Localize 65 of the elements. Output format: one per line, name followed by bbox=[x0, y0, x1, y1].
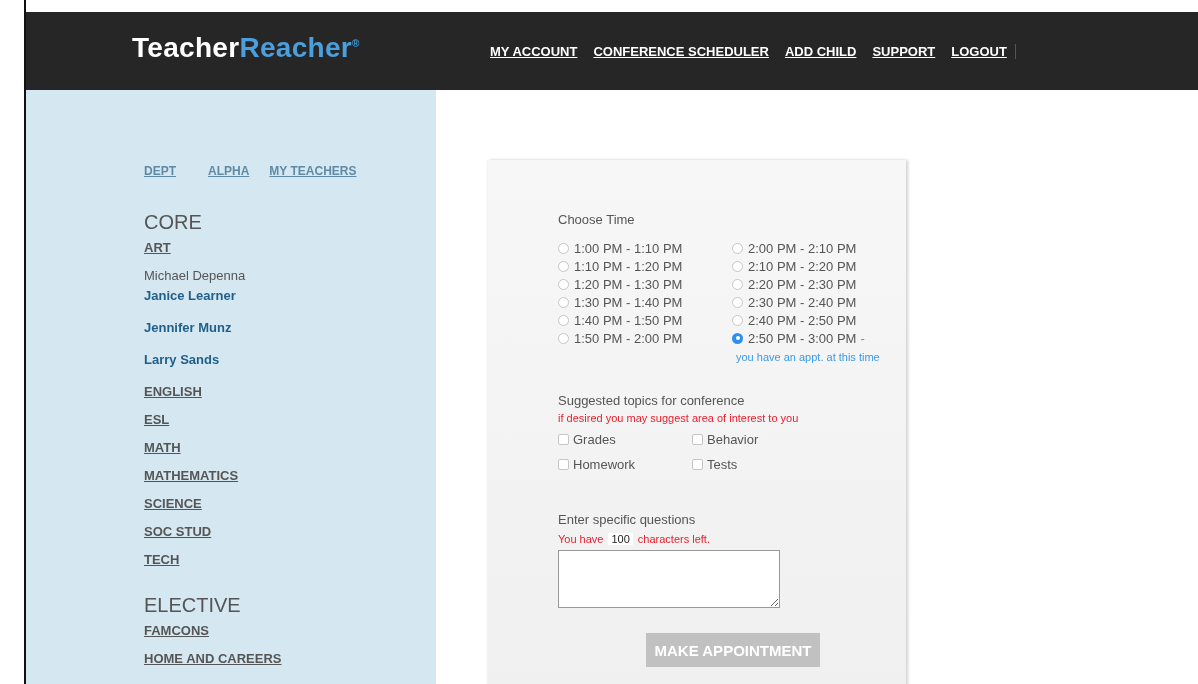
department-link[interactable]: ENGLISH bbox=[144, 384, 202, 400]
department-link[interactable]: SOC STUD bbox=[144, 524, 212, 540]
nav-link[interactable]: SUPPORT bbox=[872, 43, 936, 59]
nav-link[interactable]: CONFERENCE SCHEDULER bbox=[593, 43, 769, 59]
nav-link[interactable]: LOGOUT bbox=[951, 43, 1007, 59]
nav-link[interactable]: MY ACCOUNT bbox=[490, 43, 578, 59]
radio-button[interactable] bbox=[558, 296, 569, 308]
time-label: 2:10 PM - 2:20 PM bbox=[748, 258, 857, 274]
sort-tab[interactable]: MY TEACHERS bbox=[269, 164, 357, 178]
department-link[interactable]: MATH bbox=[144, 440, 181, 456]
radio-button[interactable] bbox=[558, 332, 569, 344]
checkbox-label: Homework bbox=[573, 457, 636, 472]
radio-button[interactable] bbox=[558, 314, 569, 326]
questions-field[interactable] bbox=[558, 550, 780, 608]
hint-text: if desired you may suggest area of interest to you bbox=[558, 412, 800, 424]
dash: - bbox=[860, 330, 865, 346]
radio-button[interactable] bbox=[732, 242, 743, 254]
time-label: 1:20 PM - 1:30 PM bbox=[574, 276, 683, 292]
logo[interactable]: TeacherReacher$^{®}$ bbox=[132, 32, 490, 64]
section-title: Choose Time bbox=[558, 212, 636, 227]
time-label: 2:50 PM - 3:00 PM bbox=[748, 330, 857, 346]
checkbox-label: Tests bbox=[707, 457, 738, 472]
nav-link[interactable]: ADD CHILD bbox=[784, 43, 857, 59]
group-heading: CORE bbox=[144, 211, 203, 234]
radio-button[interactable] bbox=[732, 260, 743, 272]
department-link[interactable]: ESL bbox=[144, 412, 170, 428]
radio-button[interactable] bbox=[732, 314, 743, 326]
time-label: 1:50 PM - 2:00 PM bbox=[574, 330, 683, 346]
teacher-link[interactable]: Jennifer Munz bbox=[144, 320, 232, 336]
department-link[interactable]: HOME AND CAREERS bbox=[144, 651, 282, 667]
time-label: 1:30 PM - 1:40 PM bbox=[574, 294, 683, 310]
radio-button[interactable] bbox=[732, 296, 743, 308]
appointment-note: you have an appt. at this time bbox=[736, 351, 880, 363]
time-label: 2:30 PM - 2:40 PM bbox=[748, 294, 857, 310]
radio-button[interactable] bbox=[558, 278, 569, 290]
character-count: 100 bbox=[608, 533, 633, 545]
checkbox-label: Behavior bbox=[707, 432, 759, 447]
department-link[interactable]: MATHEMATICS bbox=[144, 468, 239, 484]
department-link[interactable]: TECH bbox=[144, 552, 180, 568]
radio-button[interactable] bbox=[732, 332, 743, 344]
checkbox[interactable] bbox=[692, 459, 703, 470]
counter-text: characters left. bbox=[637, 533, 710, 545]
department-link[interactable]: FAMCONS bbox=[144, 623, 209, 639]
checkbox[interactable] bbox=[558, 459, 569, 470]
checkbox[interactable] bbox=[558, 434, 569, 445]
radio-button[interactable] bbox=[732, 278, 743, 290]
group-heading: ELECTIVE bbox=[144, 594, 242, 617]
teacher-name: Michael Depenna bbox=[144, 268, 246, 284]
radio-button[interactable] bbox=[558, 242, 569, 254]
time-label: 1:40 PM - 1:50 PM bbox=[574, 312, 683, 328]
checkbox-label: Grades bbox=[573, 432, 616, 447]
section-title: Suggested topics for conference bbox=[558, 393, 746, 408]
counter-text: You have bbox=[558, 533, 604, 545]
teacher-link[interactable]: Larry Sands bbox=[144, 352, 220, 368]
checkbox[interactable] bbox=[692, 434, 703, 445]
time-label: 1:00 PM - 1:10 PM bbox=[574, 240, 683, 256]
time-label: 2:00 PM - 2:10 PM bbox=[748, 240, 857, 256]
teacher-link[interactable]: Janice Learner bbox=[144, 288, 236, 304]
department-link[interactable]: SCIENCE bbox=[144, 496, 202, 512]
department-link[interactable]: ART bbox=[144, 240, 171, 256]
time-label: 2:40 PM - 2:50 PM bbox=[748, 312, 857, 328]
section-title: Enter specific questions bbox=[558, 512, 697, 527]
time-label: 2:20 PM - 2:30 PM bbox=[748, 276, 857, 292]
radio-button[interactable] bbox=[558, 260, 569, 272]
time-label: 1:10 PM - 1:20 PM bbox=[574, 258, 683, 274]
